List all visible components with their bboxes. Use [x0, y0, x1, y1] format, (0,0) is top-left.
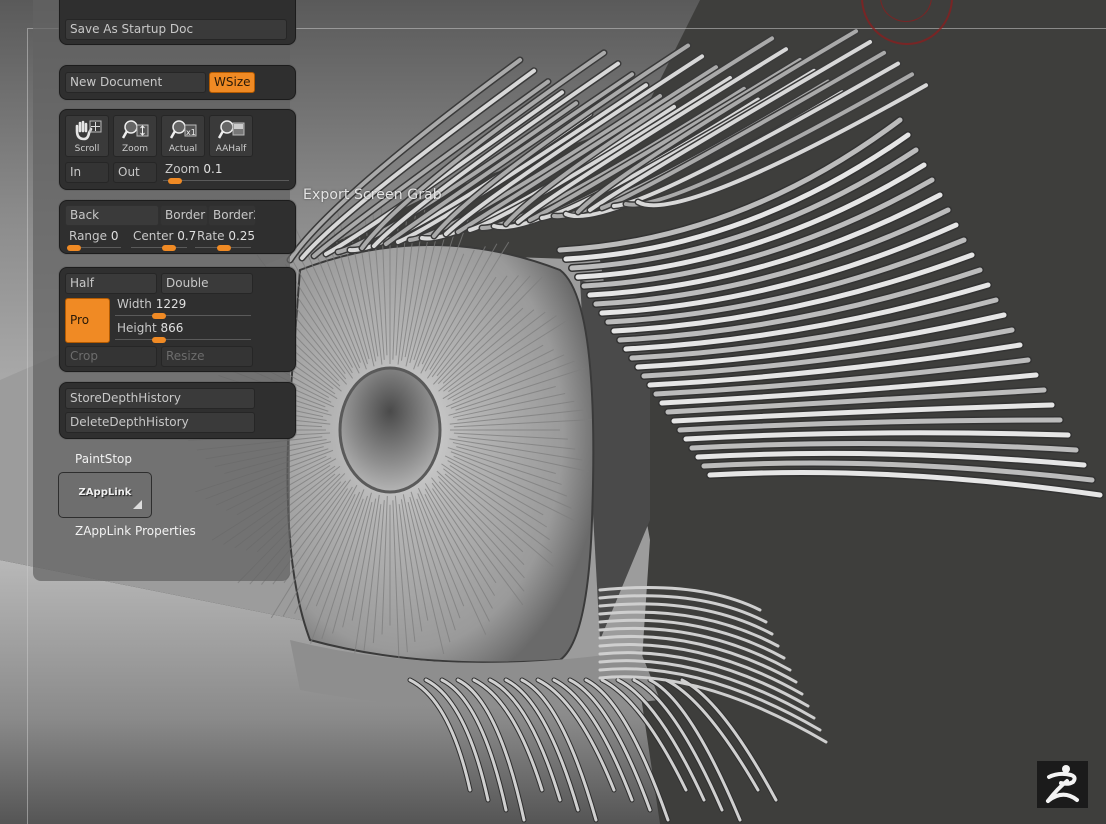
wsize-button[interactable]: WSize: [209, 72, 255, 93]
border-button[interactable]: Border: [160, 205, 208, 226]
background-group: Back Border Border2 Range 0 Center 0.7 R…: [59, 200, 296, 254]
zoom-group: Scroll Zoom x1 Actual AAHalf In Out Zoom…: [59, 109, 296, 190]
delete-depth-history-button[interactable]: DeleteDepthHistory: [65, 412, 255, 433]
save-as-startup-doc-button[interactable]: Save As Startup Doc: [65, 19, 287, 40]
height-slider-track: [115, 339, 251, 340]
width-slider-label: Width: [117, 297, 152, 311]
half-button[interactable]: Half: [65, 273, 157, 294]
range-slider-thumb[interactable]: [67, 245, 81, 251]
center-slider-label: Center: [133, 229, 174, 243]
center-slider-track: [131, 247, 187, 248]
zoom-label: Zoom: [122, 144, 148, 154]
zoom-button[interactable]: Zoom: [113, 115, 157, 157]
store-depth-history-button[interactable]: StoreDepthHistory: [65, 388, 255, 409]
export-screen-grab-tooltip: Export Screen Grab: [303, 187, 442, 203]
scroll-button[interactable]: Scroll: [65, 115, 109, 157]
new-document-button[interactable]: New Document: [65, 72, 206, 93]
size-group: Half Double Pro Width 1229 Height 866 Cr…: [59, 267, 296, 372]
range-slider[interactable]: Range 0: [65, 228, 123, 251]
resize-button[interactable]: Resize: [161, 346, 253, 367]
magnifier-actual-icon: x1: [170, 120, 197, 139]
document-palette: Save As Startup Doc New Document WSize S…: [33, 0, 296, 581]
crop-button[interactable]: Crop: [65, 346, 157, 367]
hand-scroll-icon: [75, 120, 102, 141]
zoom-slider-label: Zoom: [165, 162, 200, 176]
actual-button[interactable]: x1 Actual: [161, 115, 205, 157]
width-slider-track: [115, 315, 251, 316]
rate-slider[interactable]: Rate 0.25: [193, 228, 256, 251]
magnifier-zoom-icon: [122, 120, 149, 139]
height-slider-value: 866: [160, 321, 184, 335]
range-slider-value: 0: [110, 229, 119, 243]
zoom-slider[interactable]: Zoom 0.1: [161, 161, 291, 184]
double-button[interactable]: Double: [161, 273, 253, 294]
border2-button[interactable]: Border2: [208, 205, 256, 226]
width-slider[interactable]: Width 1229: [113, 296, 253, 319]
range-slider-label: Range: [69, 229, 108, 243]
magnifier-aahalf-icon: [218, 120, 245, 139]
width-slider-thumb[interactable]: [152, 313, 167, 319]
back-button[interactable]: Back: [65, 205, 159, 226]
depth-history-group: StoreDepthHistory DeleteDepthHistory: [59, 382, 296, 439]
center-slider[interactable]: Center 0.7: [129, 228, 196, 251]
zapplink-properties-button[interactable]: ZAppLink Properties: [75, 524, 196, 538]
zoom-out-button[interactable]: Out: [113, 162, 157, 183]
dropdown-corner-icon: [133, 500, 142, 509]
zbrush-logo-icon[interactable]: [1037, 761, 1088, 808]
startup-group: Save As Startup Doc: [59, 0, 296, 45]
rate-slider-label: Rate: [197, 229, 225, 243]
rate-slider-thumb[interactable]: [217, 245, 231, 251]
scroll-label: Scroll: [74, 144, 100, 154]
new-document-group: New Document WSize: [59, 65, 296, 100]
height-slider-label: Height: [117, 321, 157, 335]
pro-button[interactable]: Pro: [65, 298, 110, 343]
zoom-slider-value: 0.1: [203, 162, 223, 176]
aahalf-button[interactable]: AAHalf: [209, 115, 253, 157]
height-slider-thumb[interactable]: [152, 337, 167, 343]
width-slider-value: 1229: [155, 297, 187, 311]
actual-label: Actual: [168, 144, 198, 154]
zoom-in-button[interactable]: In: [65, 162, 109, 183]
center-slider-thumb[interactable]: [161, 245, 176, 251]
paintstop-toggle[interactable]: PaintStop: [75, 452, 132, 466]
zoom-slider-track: [163, 180, 289, 181]
rate-slider-value: 0.25: [228, 229, 256, 243]
aahalf-label: AAHalf: [215, 144, 247, 154]
svg-text:x1: x1: [186, 128, 196, 137]
zoom-slider-thumb[interactable]: [167, 178, 182, 184]
zapplink-button[interactable]: ZAppLink: [58, 472, 152, 518]
zapplink-label: ZAppLink: [78, 487, 132, 498]
height-slider[interactable]: Height 866: [113, 320, 253, 343]
